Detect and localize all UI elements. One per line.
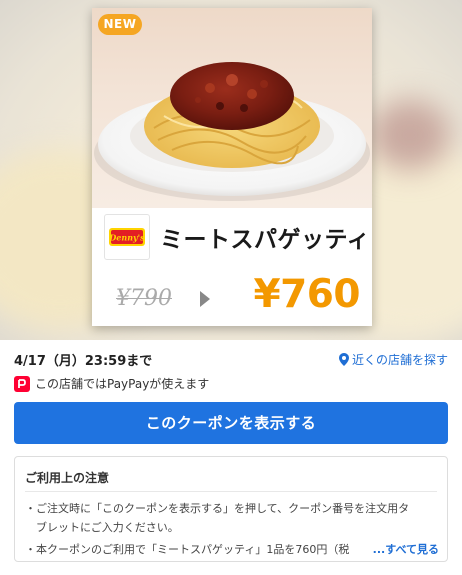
original-price: ¥790 xyxy=(116,286,172,311)
note-line: ブレットにご入力ください。 xyxy=(25,521,179,534)
usage-notes: ご利用上の注意 ・ご注文時に「このクーポンを表示する」を押して、クーポン番号を注… xyxy=(14,456,448,562)
map-pin-icon xyxy=(338,353,349,366)
svg-text:Denny's: Denny's xyxy=(108,233,145,243)
coupon-card[interactable]: NEW Denny's ミートスパゲッティ ¥790 ¥760 xyxy=(92,8,372,326)
note-line: ・本クーポンのご利用で「ミートスパゲッティ」1品を760円（税 xyxy=(25,543,350,556)
see-all-link[interactable]: ...すべて見る xyxy=(350,541,439,557)
paypay-notice: この店舗ではPayPayが使えます xyxy=(14,375,209,392)
background-blur xyxy=(370,100,450,170)
nearby-stores-link[interactable]: 近くの店舗を探す xyxy=(338,351,448,368)
dennys-logo-icon: Denny's xyxy=(108,228,145,246)
note-line: ・ご注文時に「このクーポンを表示する」を押して、クーポン番号を注文用タ xyxy=(25,502,410,515)
paypay-icon xyxy=(14,375,30,392)
arrow-right-icon xyxy=(200,291,210,307)
hero-banner: NEW Denny's ミートスパゲッティ ¥790 ¥760 xyxy=(0,0,462,340)
nearby-stores-label[interactable]: 近くの店舗を探す xyxy=(352,351,448,368)
notes-title: ご利用上の注意 xyxy=(25,471,110,485)
expiry-date: 4/17（月）23:59まで xyxy=(14,354,153,369)
show-coupon-button[interactable]: このクーポンを表示する xyxy=(14,402,448,444)
paypay-text: この店舗ではPayPayが使えます xyxy=(35,377,210,391)
divider xyxy=(25,491,437,492)
product-photo: NEW xyxy=(92,8,372,208)
brand-logo: Denny's xyxy=(104,214,150,260)
spaghetti-illustration xyxy=(94,62,370,201)
new-badge: NEW xyxy=(98,14,142,35)
discount-price: ¥760 xyxy=(253,272,360,317)
item-name: ミートスパゲッティ xyxy=(160,227,371,253)
